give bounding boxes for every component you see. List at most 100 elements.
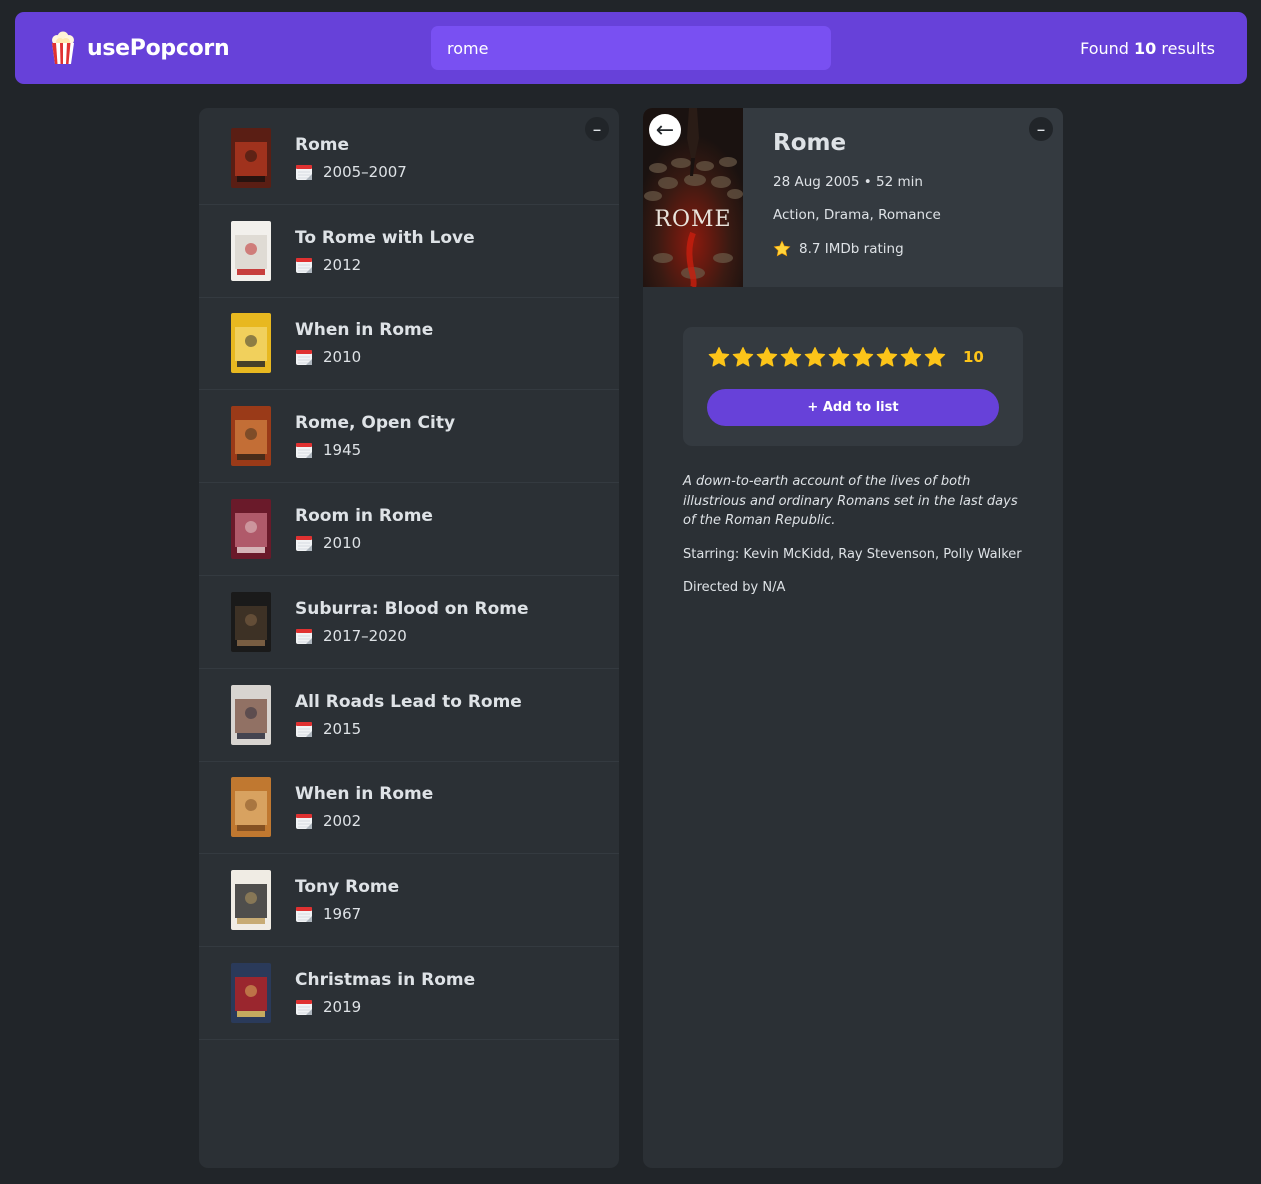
rating-star-icon[interactable] [803, 345, 827, 369]
movie-list-item[interactable]: Christmas in Rome 2019 [199, 947, 619, 1040]
results-suffix: results [1161, 38, 1215, 58]
plot: A down-to-earth account of the lives of … [683, 474, 1018, 528]
release-runtime: 28 Aug 2005 • 52 min [773, 174, 923, 190]
genres: Action, Drama, Romance [773, 207, 941, 223]
search-input[interactable] [431, 26, 831, 70]
movie-thumbnail [231, 963, 271, 1024]
movie-year-text: 2010 [323, 348, 362, 367]
movie-list-item[interactable]: Rome 2005–2007 [199, 112, 619, 205]
movie-details-box: – ROME ← Rome 28 Aug 2005 • 52 min Actio… [643, 108, 1063, 1168]
rating-box: 10 + Add to list [683, 327, 1023, 446]
movie-info: To Rome with Love 2012 [295, 228, 475, 274]
movie-list-item[interactable]: To Rome with Love 2012 [199, 205, 619, 298]
collapse-details-button[interactable]: – [1029, 117, 1053, 141]
star-icon [773, 240, 791, 257]
results-prefix: Found [1080, 38, 1129, 58]
movie-title: Christmas in Rome [295, 970, 476, 991]
rating-star-icon[interactable] [779, 345, 803, 369]
details-overview: Rome 28 Aug 2005 • 52 min Action, Drama,… [743, 108, 971, 287]
rating-star-icon[interactable] [875, 345, 899, 369]
movie-info: When in Rome 2010 [295, 320, 433, 366]
movie-year: 2010 [295, 534, 433, 552]
back-button[interactable]: ← [649, 114, 681, 146]
movie-info: When in Rome 2002 [295, 784, 433, 830]
movie-thumbnail [231, 591, 271, 652]
rating-star-icon[interactable] [851, 345, 875, 369]
movie-thumbnail [231, 127, 271, 188]
movie-info: Tony Rome 1967 [295, 877, 399, 923]
movie-year: 2005–2007 [295, 163, 407, 181]
movie-title: When in Rome [295, 320, 434, 341]
rating-star-icon[interactable] [707, 345, 731, 369]
calendar-icon [296, 814, 312, 830]
calendar-icon [296, 1000, 312, 1016]
collapse-list-button[interactable]: – [585, 117, 609, 141]
movie-list: Rome 2005–2007 To Rome with Love 2012 Wh… [199, 112, 619, 1040]
star-rating: 10 [707, 345, 999, 369]
imdb-rating-text: 8.7 IMDb rating [799, 241, 904, 257]
calendar-icon [296, 907, 312, 923]
movie-year-text: 2017–2020 [323, 626, 407, 645]
movie-list-item[interactable]: Tony Rome 1967 [199, 854, 619, 948]
navbar: usePopcorn Found 10 results [15, 12, 1247, 84]
calendar-icon [296, 257, 312, 273]
movie-list-item[interactable]: Room in Rome 2010 [199, 483, 619, 576]
rating-star-icon[interactable] [899, 345, 923, 369]
movie-year-text: 2019 [323, 998, 362, 1017]
poster-title-art: ROME [654, 207, 731, 232]
movie-year: 2015 [295, 720, 522, 738]
movie-thumbnail [231, 499, 271, 560]
movie-list-item[interactable]: When in Rome 2010 [199, 298, 619, 391]
starring: Starring: Kevin McKidd, Ray Stevenson, P… [683, 546, 1022, 562]
movie-list-box: – Rome 2005–2007 To Rome with Love 2012 … [199, 108, 619, 1168]
rating-star-icon[interactable] [731, 345, 755, 369]
movie-year: 1967 [295, 905, 399, 923]
results-number: 10 [1134, 38, 1157, 58]
details-text: A down-to-earth account of the lives of … [643, 446, 1063, 598]
logo: usePopcorn [49, 31, 230, 65]
movie-year: 1945 [295, 441, 455, 459]
results-count: Found 10 results [1080, 39, 1215, 58]
calendar-icon [296, 443, 312, 459]
movie-list-item[interactable]: When in Rome 2002 [199, 762, 619, 855]
calendar-icon [296, 721, 312, 737]
movie-list-item[interactable]: Rome, Open City 1945 [199, 390, 619, 484]
calendar-icon [296, 164, 312, 180]
details-header: ROME ← Rome 28 Aug 2005 • 52 min Action,… [643, 108, 1063, 287]
movie-title: Tony Rome [295, 877, 400, 898]
movie-year: 2019 [295, 998, 475, 1016]
calendar-icon [296, 536, 312, 552]
movie-year-text: 2005–2007 [323, 162, 407, 181]
movie-year-text: 1945 [323, 441, 362, 460]
movie-thumbnail [231, 684, 271, 745]
movie-year: 2017–2020 [295, 627, 529, 645]
add-to-list-button[interactable]: + Add to list [707, 389, 999, 426]
movie-info: Suburra: Blood on Rome 2017–2020 [295, 599, 529, 645]
director: Directed by N/A [683, 580, 786, 595]
movie-year: 2012 [295, 256, 475, 274]
rating-star-icon[interactable] [923, 345, 947, 369]
user-rating-value: 10 [963, 348, 984, 366]
movie-title: All Roads Lead to Rome [295, 691, 522, 712]
calendar-icon [296, 628, 312, 644]
rating-star-icon[interactable] [755, 345, 779, 369]
movie-title: Rome [295, 134, 350, 155]
movie-info: All Roads Lead to Rome 2015 [295, 692, 522, 738]
movie-list-item[interactable]: All Roads Lead to Rome 2015 [199, 669, 619, 762]
calendar-icon [296, 350, 312, 366]
stars-container [707, 345, 947, 369]
movie-info: Rome 2005–2007 [295, 135, 407, 181]
movie-year-text: 2015 [323, 719, 362, 738]
movie-info: Rome, Open City 1945 [295, 413, 455, 459]
movie-info: Room in Rome 2010 [295, 506, 433, 552]
movie-title: To Rome with Love [295, 227, 475, 248]
movie-thumbnail [231, 220, 271, 281]
movie-year-text: 2002 [323, 812, 362, 831]
details-title: Rome [773, 130, 847, 156]
movie-list-item[interactable]: Suburra: Blood on Rome 2017–2020 [199, 576, 619, 669]
rating-star-icon[interactable] [827, 345, 851, 369]
movie-year-text: 2012 [323, 255, 362, 274]
movie-info: Christmas in Rome 2019 [295, 970, 475, 1016]
movie-thumbnail [231, 870, 271, 931]
movie-year-text: 2010 [323, 534, 362, 553]
